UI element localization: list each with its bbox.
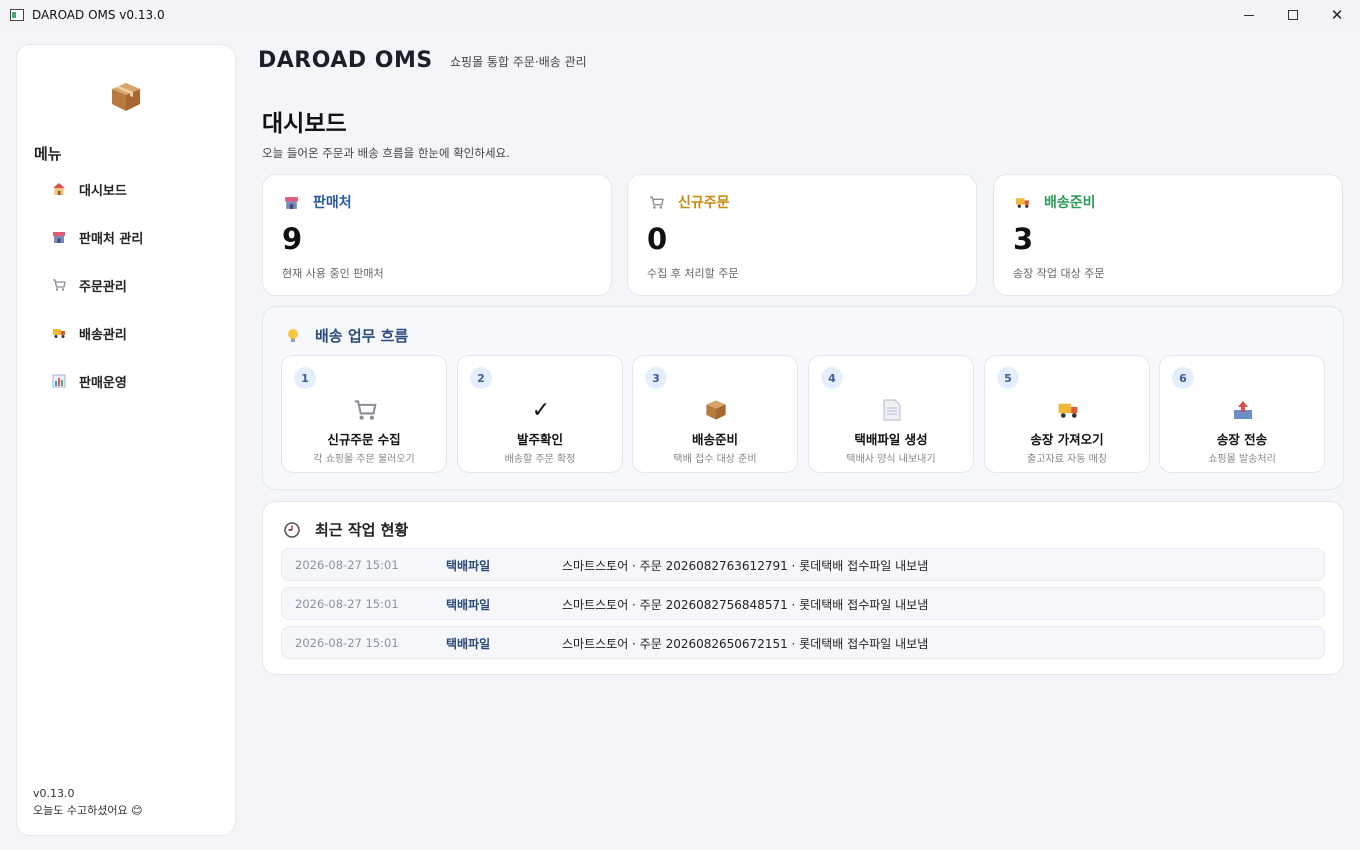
step-name: 신규주문 수집 [327,432,401,447]
sidebar-item-orders[interactable]: 주문관리 [37,267,217,303]
log-time: 2026-08-27 15:01 [295,636,399,650]
step-number: 4 [821,367,843,389]
stat-label: 배송준비 [1044,195,1096,211]
log-time: 2026-08-27 15:01 [295,558,399,572]
truck-icon [1014,194,1030,210]
log-time: 2026-08-27 15:01 [295,597,399,611]
workflow-panel: 배송 업무 흐름 1 신규주문 수집 각 쇼핑몰 주문 불러오기 2 ✓ 발주확… [262,306,1344,490]
close-button[interactable]: ✕ [1314,0,1360,30]
workflow-step-collect[interactable]: 1 신규주문 수집 각 쇼핑몰 주문 불러오기 [281,355,447,473]
log-message: 스마트스토어 · 주문 2026082650672151 · 롯데택배 접수파일… [562,637,929,651]
sidebar: 메뉴 대시보드 판매처 관리 주문관리 배송관리 판매운영 v0.13.0 오늘… [16,44,236,836]
step-name: 송장 가져오기 [1030,432,1104,447]
app-window-icon [10,9,24,21]
recent-activity-panel: 최근 작업 현황 2026-08-27 15:01 택배파일 스마트스토어 · … [262,501,1344,675]
package-icon [704,398,728,422]
app-name: DAROAD OMS [258,48,433,73]
recent-title: 최근 작업 현황 [283,519,408,540]
table-row[interactable]: 2026-08-27 15:01 택배파일 스마트스토어 · 주문 202608… [281,587,1325,620]
app-subtitle: 쇼핑몰 통합 주문·배송 관리 [450,55,587,69]
stat-note: 송장 작업 대상 주문 [1013,267,1105,280]
document-icon [880,398,904,422]
step-name: 택배파일 생성 [854,432,928,447]
step-description: 택배사 양식 내보내기 [846,454,936,465]
step-number: 5 [997,367,1019,389]
chart-icon [51,373,67,389]
package-logo-icon [112,83,140,111]
stat-card-ready-to-ship[interactable]: 배송준비 3 송장 작업 대상 주문 [993,174,1343,296]
log-type: 택배파일 [446,598,491,612]
step-number: 1 [294,367,316,389]
stat-note: 현재 사용 중인 판매처 [282,267,384,280]
workflow-step-confirm[interactable]: 2 ✓ 발주확인 배송할 주문 확정 [457,355,623,473]
sidebar-item-sales-ops[interactable]: 판매운영 [37,363,217,399]
title-bar: DAROAD OMS v0.13.0 [0,0,1360,30]
step-number: 3 [645,367,667,389]
step-description: 쇼핑몰 발송처리 [1208,454,1276,465]
log-type: 택배파일 [446,559,491,573]
table-row[interactable]: 2026-08-27 15:01 택배파일 스마트스토어 · 주문 202608… [281,626,1325,659]
sidebar-item-label: 판매처 관리 [79,231,144,247]
log-message: 스마트스토어 · 주문 2026082756848571 · 롯데택배 접수파일… [562,598,929,612]
sidebar-item-stores[interactable]: 판매처 관리 [37,219,217,255]
stat-note: 수집 후 처리할 주문 [647,267,739,280]
step-name: 발주확인 [516,432,563,447]
step-description: 택배 접수 대상 준비 [673,454,757,465]
step-description: 배송할 주문 확정 [504,454,576,465]
stat-label: 판매처 [313,195,352,211]
stat-value: 0 [647,222,668,256]
sidebar-item-shipping[interactable]: 배송관리 [37,315,217,351]
maximize-icon [1288,10,1298,20]
step-description: 출고자료 자동 매칭 [1027,454,1107,465]
close-icon: ✕ [1330,5,1344,24]
store-icon [283,194,299,210]
stat-card-new-orders[interactable]: 신규주문 0 수집 후 처리할 주문 [627,174,977,296]
recent-title-label: 최근 작업 현황 [315,521,409,539]
version-label: v0.13.0 [33,787,75,800]
stat-label: 신규주문 [678,195,730,211]
truck-icon [1056,398,1080,422]
clock-icon [283,521,301,539]
cart-icon [648,194,664,210]
greeting-label: 오늘도 수고하셨어요 😊 [33,804,143,817]
maximize-button[interactable] [1270,0,1316,30]
page-description: 오늘 들어온 주문과 배송 흐름을 한눈에 확인하세요. [262,146,510,160]
workflow-step-import-invoice[interactable]: 5 송장 가져오기 출고자료 자동 매칭 [984,355,1150,473]
minimize-icon [1244,14,1254,16]
minimize-button[interactable] [1226,0,1272,30]
stat-card-stores[interactable]: 판매처 9 현재 사용 중인 판매처 [262,174,612,296]
log-type: 택배파일 [446,637,491,651]
workflow-step-send-invoice[interactable]: 6 송장 전송 쇼핑몰 발송처리 [1159,355,1325,473]
check-icon: ✓ [531,397,551,423]
step-number: 2 [470,367,492,389]
house-icon [51,181,67,197]
lightbulb-icon [285,328,301,344]
step-description: 각 쇼핑몰 주문 불러오기 [313,454,415,465]
cart-icon [51,277,67,293]
stat-value: 3 [1013,222,1034,256]
cart-icon [353,398,377,422]
sidebar-item-label: 판매운영 [79,375,127,391]
table-row[interactable]: 2026-08-27 15:01 택배파일 스마트스토어 · 주문 202608… [281,548,1325,581]
menu-title: 메뉴 [34,145,62,163]
step-name: 송장 전송 [1216,432,1268,447]
sidebar-item-label: 배송관리 [79,327,127,343]
sidebar-item-dashboard[interactable]: 대시보드 [37,171,217,207]
window-title: DAROAD OMS v0.13.0 [32,8,165,22]
step-name: 배송준비 [691,432,738,447]
stat-value: 9 [282,222,303,256]
page-title: 대시보드 [262,111,347,137]
sidebar-item-label: 대시보드 [79,183,127,199]
truck-icon [51,325,67,341]
store-icon [51,229,67,245]
workflow-step-courier-file[interactable]: 4 택배파일 생성 택배사 양식 내보내기 [808,355,974,473]
workflow-title: 배송 업무 흐름 [285,325,408,346]
workflow-step-prepare[interactable]: 3 배송준비 택배 접수 대상 준비 [632,355,798,473]
step-number: 6 [1172,367,1194,389]
sidebar-item-label: 주문관리 [79,279,127,295]
outbox-icon [1231,398,1255,422]
workflow-title-label: 배송 업무 흐름 [315,327,409,345]
log-message: 스마트스토어 · 주문 2026082763612791 · 롯데택배 접수파일… [562,559,929,573]
